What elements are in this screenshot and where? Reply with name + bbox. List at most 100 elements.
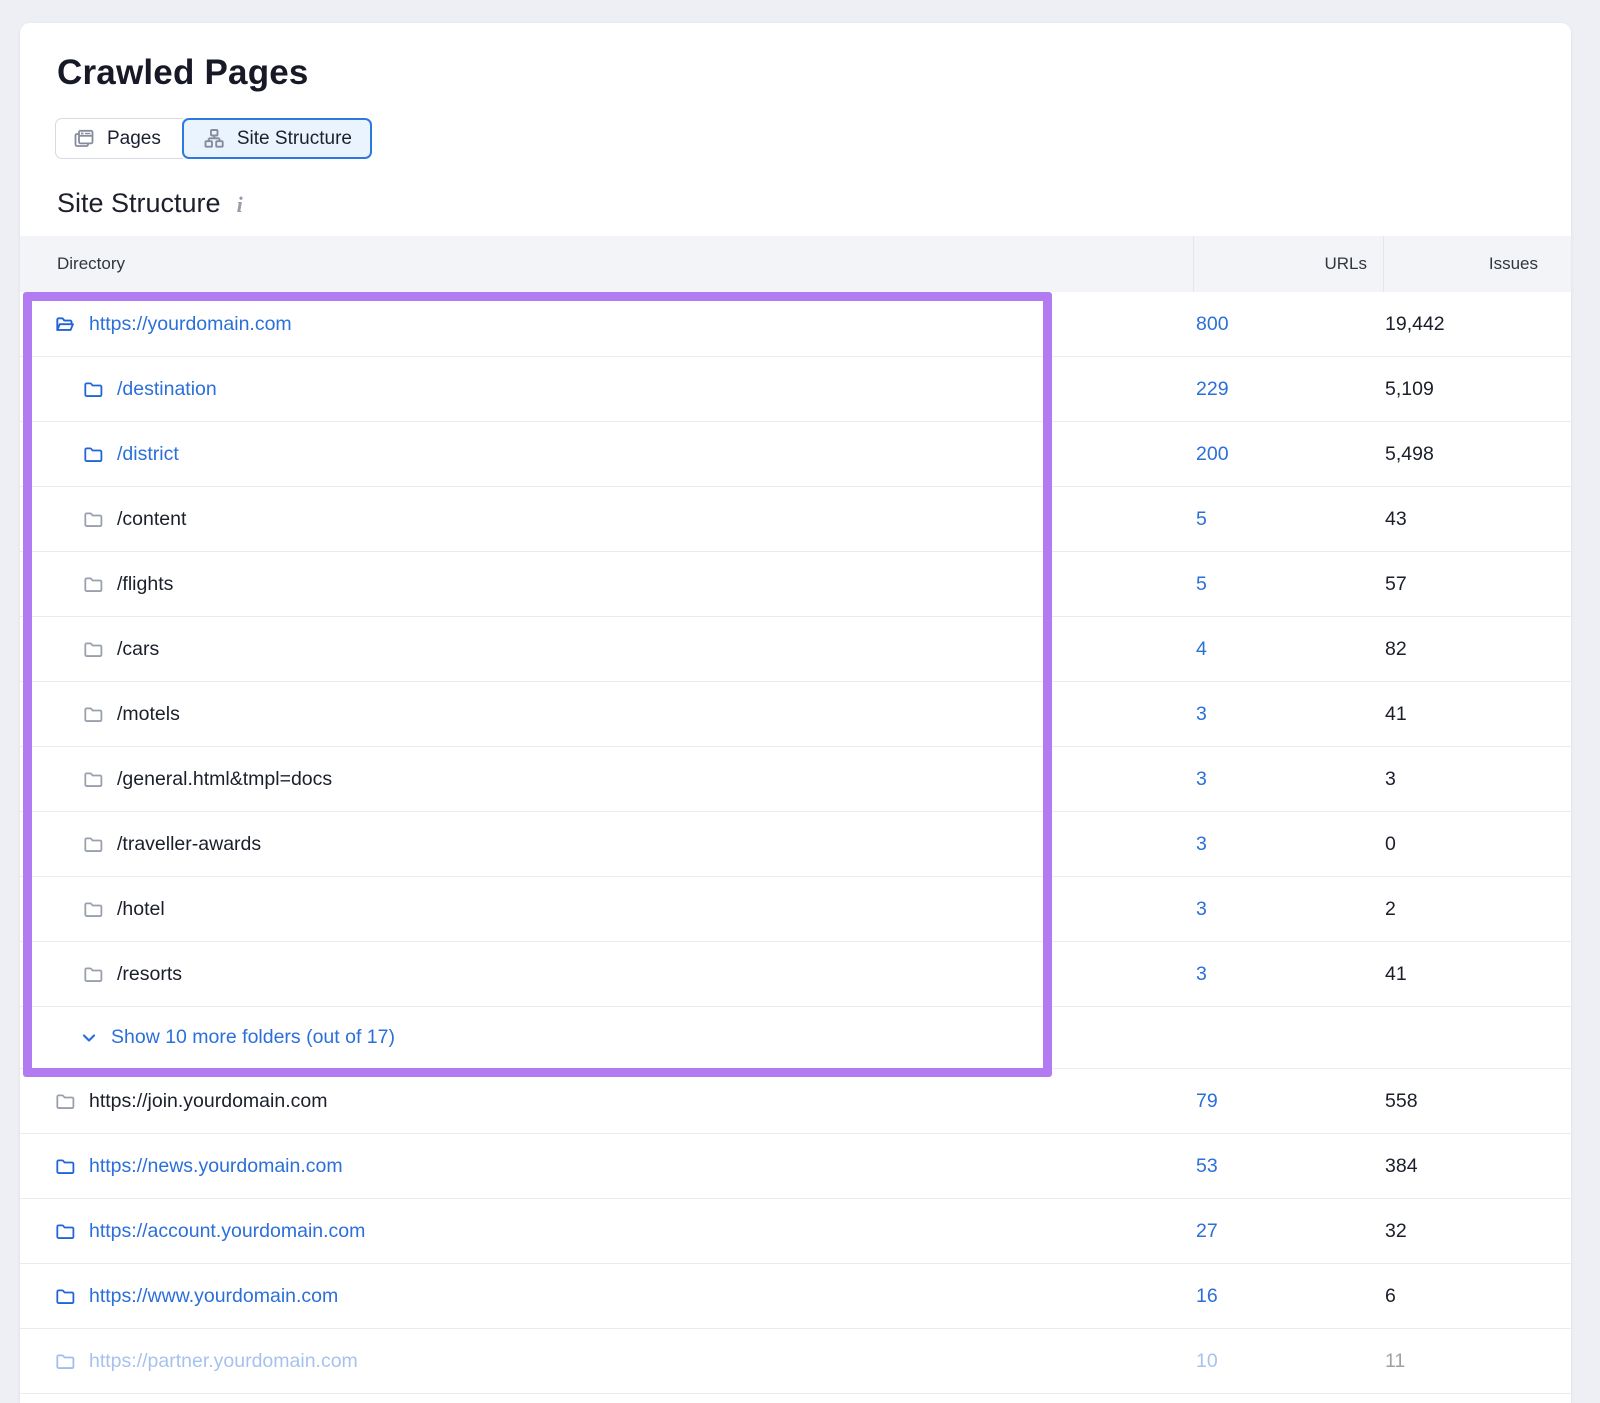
directory-label[interactable]: https://www.yourdomain.com xyxy=(89,1285,338,1308)
directory-cell: /destination xyxy=(20,378,1193,401)
crawled-pages-card: Crawled Pages Pages xyxy=(20,23,1571,1403)
directory-cell: https://yourdomain.com xyxy=(20,313,1193,336)
urls-count-link[interactable]: 3 xyxy=(1196,833,1207,855)
urls-cell: 3 xyxy=(1193,963,1383,986)
show-more-label: Show 10 more folders (out of 17) xyxy=(111,1026,395,1049)
urls-cell: 3 xyxy=(1193,768,1383,791)
urls-count-link[interactable]: 3 xyxy=(1196,768,1207,790)
directory-label: /traveller-awards xyxy=(117,833,261,856)
table-row: /destination 229 5,109 xyxy=(20,357,1571,422)
table-row: https://yourdomain.com 800 19,442 xyxy=(20,292,1571,357)
issues-count: 41 xyxy=(1383,963,1571,986)
urls-count-link[interactable]: 5 xyxy=(1196,573,1207,595)
folder-icon xyxy=(83,639,104,660)
urls-count-link[interactable]: 200 xyxy=(1196,443,1229,465)
urls-cell: 3 xyxy=(1193,703,1383,726)
table-row: https://partner.yourdomain.com 10 11 xyxy=(20,1329,1571,1394)
urls-count-link[interactable]: 79 xyxy=(1196,1090,1218,1112)
urls-count-link[interactable]: 53 xyxy=(1196,1155,1218,1177)
folder-icon xyxy=(83,834,104,855)
directory-label: /content xyxy=(117,508,186,531)
folder-icon xyxy=(83,704,104,725)
folder-icon xyxy=(83,509,104,530)
urls-cell: 3 xyxy=(1193,898,1383,921)
directory-cell: /flights xyxy=(20,573,1193,596)
urls-count-link[interactable]: 3 xyxy=(1196,963,1207,985)
column-header-urls: URLs xyxy=(1193,236,1383,292)
table-row: /hotel 3 2 xyxy=(20,877,1571,942)
issues-count: 5,109 xyxy=(1383,378,1571,401)
table-row: /flights 5 57 xyxy=(20,552,1571,617)
show-more-link[interactable]: Show 10 more folders (out of 17) xyxy=(20,1007,1571,1069)
urls-cell: 4 xyxy=(1193,638,1383,661)
urls-cell: 800 xyxy=(1193,313,1383,336)
table-row: /general.html&tmpl=docs 3 3 xyxy=(20,747,1571,812)
table-body: https://yourdomain.com 800 19,442 /desti… xyxy=(20,292,1571,1394)
section-heading: Site Structure i xyxy=(57,188,1571,219)
issues-count: 384 xyxy=(1383,1155,1571,1178)
urls-count-link[interactable]: 10 xyxy=(1196,1350,1218,1372)
urls-count-link[interactable]: 229 xyxy=(1196,378,1229,400)
folder-icon xyxy=(83,444,104,465)
pages-tab-button[interactable]: Pages xyxy=(55,118,183,159)
directory-label: https://join.yourdomain.com xyxy=(89,1090,327,1113)
urls-cell: 16 xyxy=(1193,1285,1383,1308)
directory-label: /motels xyxy=(117,703,180,726)
table-row: /resorts 3 41 xyxy=(20,942,1571,1007)
directory-cell: https://join.yourdomain.com xyxy=(20,1090,1193,1113)
issues-count: 11 xyxy=(1383,1350,1571,1373)
urls-cell: 5 xyxy=(1193,573,1383,596)
urls-cell: 3 xyxy=(1193,833,1383,856)
chevron-down-icon xyxy=(80,1029,98,1047)
column-header-issues: Issues xyxy=(1383,236,1571,292)
urls-cell: 79 xyxy=(1193,1090,1383,1113)
directory-label: /cars xyxy=(117,638,159,661)
table-row: https://account.yourdomain.com 27 32 xyxy=(20,1199,1571,1264)
folder-icon xyxy=(55,1286,76,1307)
directory-label[interactable]: https://news.yourdomain.com xyxy=(89,1155,343,1178)
issues-count: 43 xyxy=(1383,508,1571,531)
site-structure-tab-button[interactable]: Site Structure xyxy=(182,118,372,159)
issues-count: 0 xyxy=(1383,833,1571,856)
site-structure-tab-label: Site Structure xyxy=(237,128,352,150)
directory-label[interactable]: /destination xyxy=(117,378,217,401)
folder-icon xyxy=(83,379,104,400)
folder-icon xyxy=(83,964,104,985)
table-row: https://join.yourdomain.com 79 558 xyxy=(20,1069,1571,1134)
directory-label[interactable]: /district xyxy=(117,443,179,466)
directory-label[interactable]: https://yourdomain.com xyxy=(89,313,292,336)
urls-count-link[interactable]: 27 xyxy=(1196,1220,1218,1242)
folder-icon xyxy=(55,1221,76,1242)
info-icon[interactable]: i xyxy=(237,192,243,218)
urls-count-link[interactable]: 16 xyxy=(1196,1285,1218,1307)
issues-count: 82 xyxy=(1383,638,1571,661)
urls-cell: 200 xyxy=(1193,443,1383,466)
table-header-row: Directory URLs Issues xyxy=(20,236,1571,292)
directory-cell: /motels xyxy=(20,703,1193,726)
directory-label[interactable]: https://account.yourdomain.com xyxy=(89,1220,365,1243)
directory-label[interactable]: https://partner.yourdomain.com xyxy=(89,1350,358,1373)
directory-cell: https://partner.yourdomain.com xyxy=(20,1350,1193,1373)
table-row: /content 5 43 xyxy=(20,487,1571,552)
issues-count: 2 xyxy=(1383,898,1571,921)
folder-icon xyxy=(83,574,104,595)
view-toggle: Pages Site Structure xyxy=(55,118,372,159)
directory-cell: https://news.yourdomain.com xyxy=(20,1155,1193,1178)
directory-cell: /district xyxy=(20,443,1193,466)
issues-count: 3 xyxy=(1383,768,1571,791)
table-row: /cars 4 82 xyxy=(20,617,1571,682)
directory-cell: /hotel xyxy=(20,898,1193,921)
urls-cell: 27 xyxy=(1193,1220,1383,1243)
site-structure-icon xyxy=(202,127,226,151)
urls-count-link[interactable]: 800 xyxy=(1196,313,1229,335)
urls-count-link[interactable]: 4 xyxy=(1196,638,1207,660)
urls-count-link[interactable]: 3 xyxy=(1196,898,1207,920)
directory-cell: /content xyxy=(20,508,1193,531)
urls-count-link[interactable]: 5 xyxy=(1196,508,1207,530)
site-structure-table: Directory URLs Issues https://yourdomain… xyxy=(20,236,1571,1394)
urls-count-link[interactable]: 3 xyxy=(1196,703,1207,725)
directory-label: /resorts xyxy=(117,963,182,986)
table-row: https://www.yourdomain.com 16 6 xyxy=(20,1264,1571,1329)
pages-tab-label: Pages xyxy=(107,128,161,150)
issues-count: 558 xyxy=(1383,1090,1571,1113)
